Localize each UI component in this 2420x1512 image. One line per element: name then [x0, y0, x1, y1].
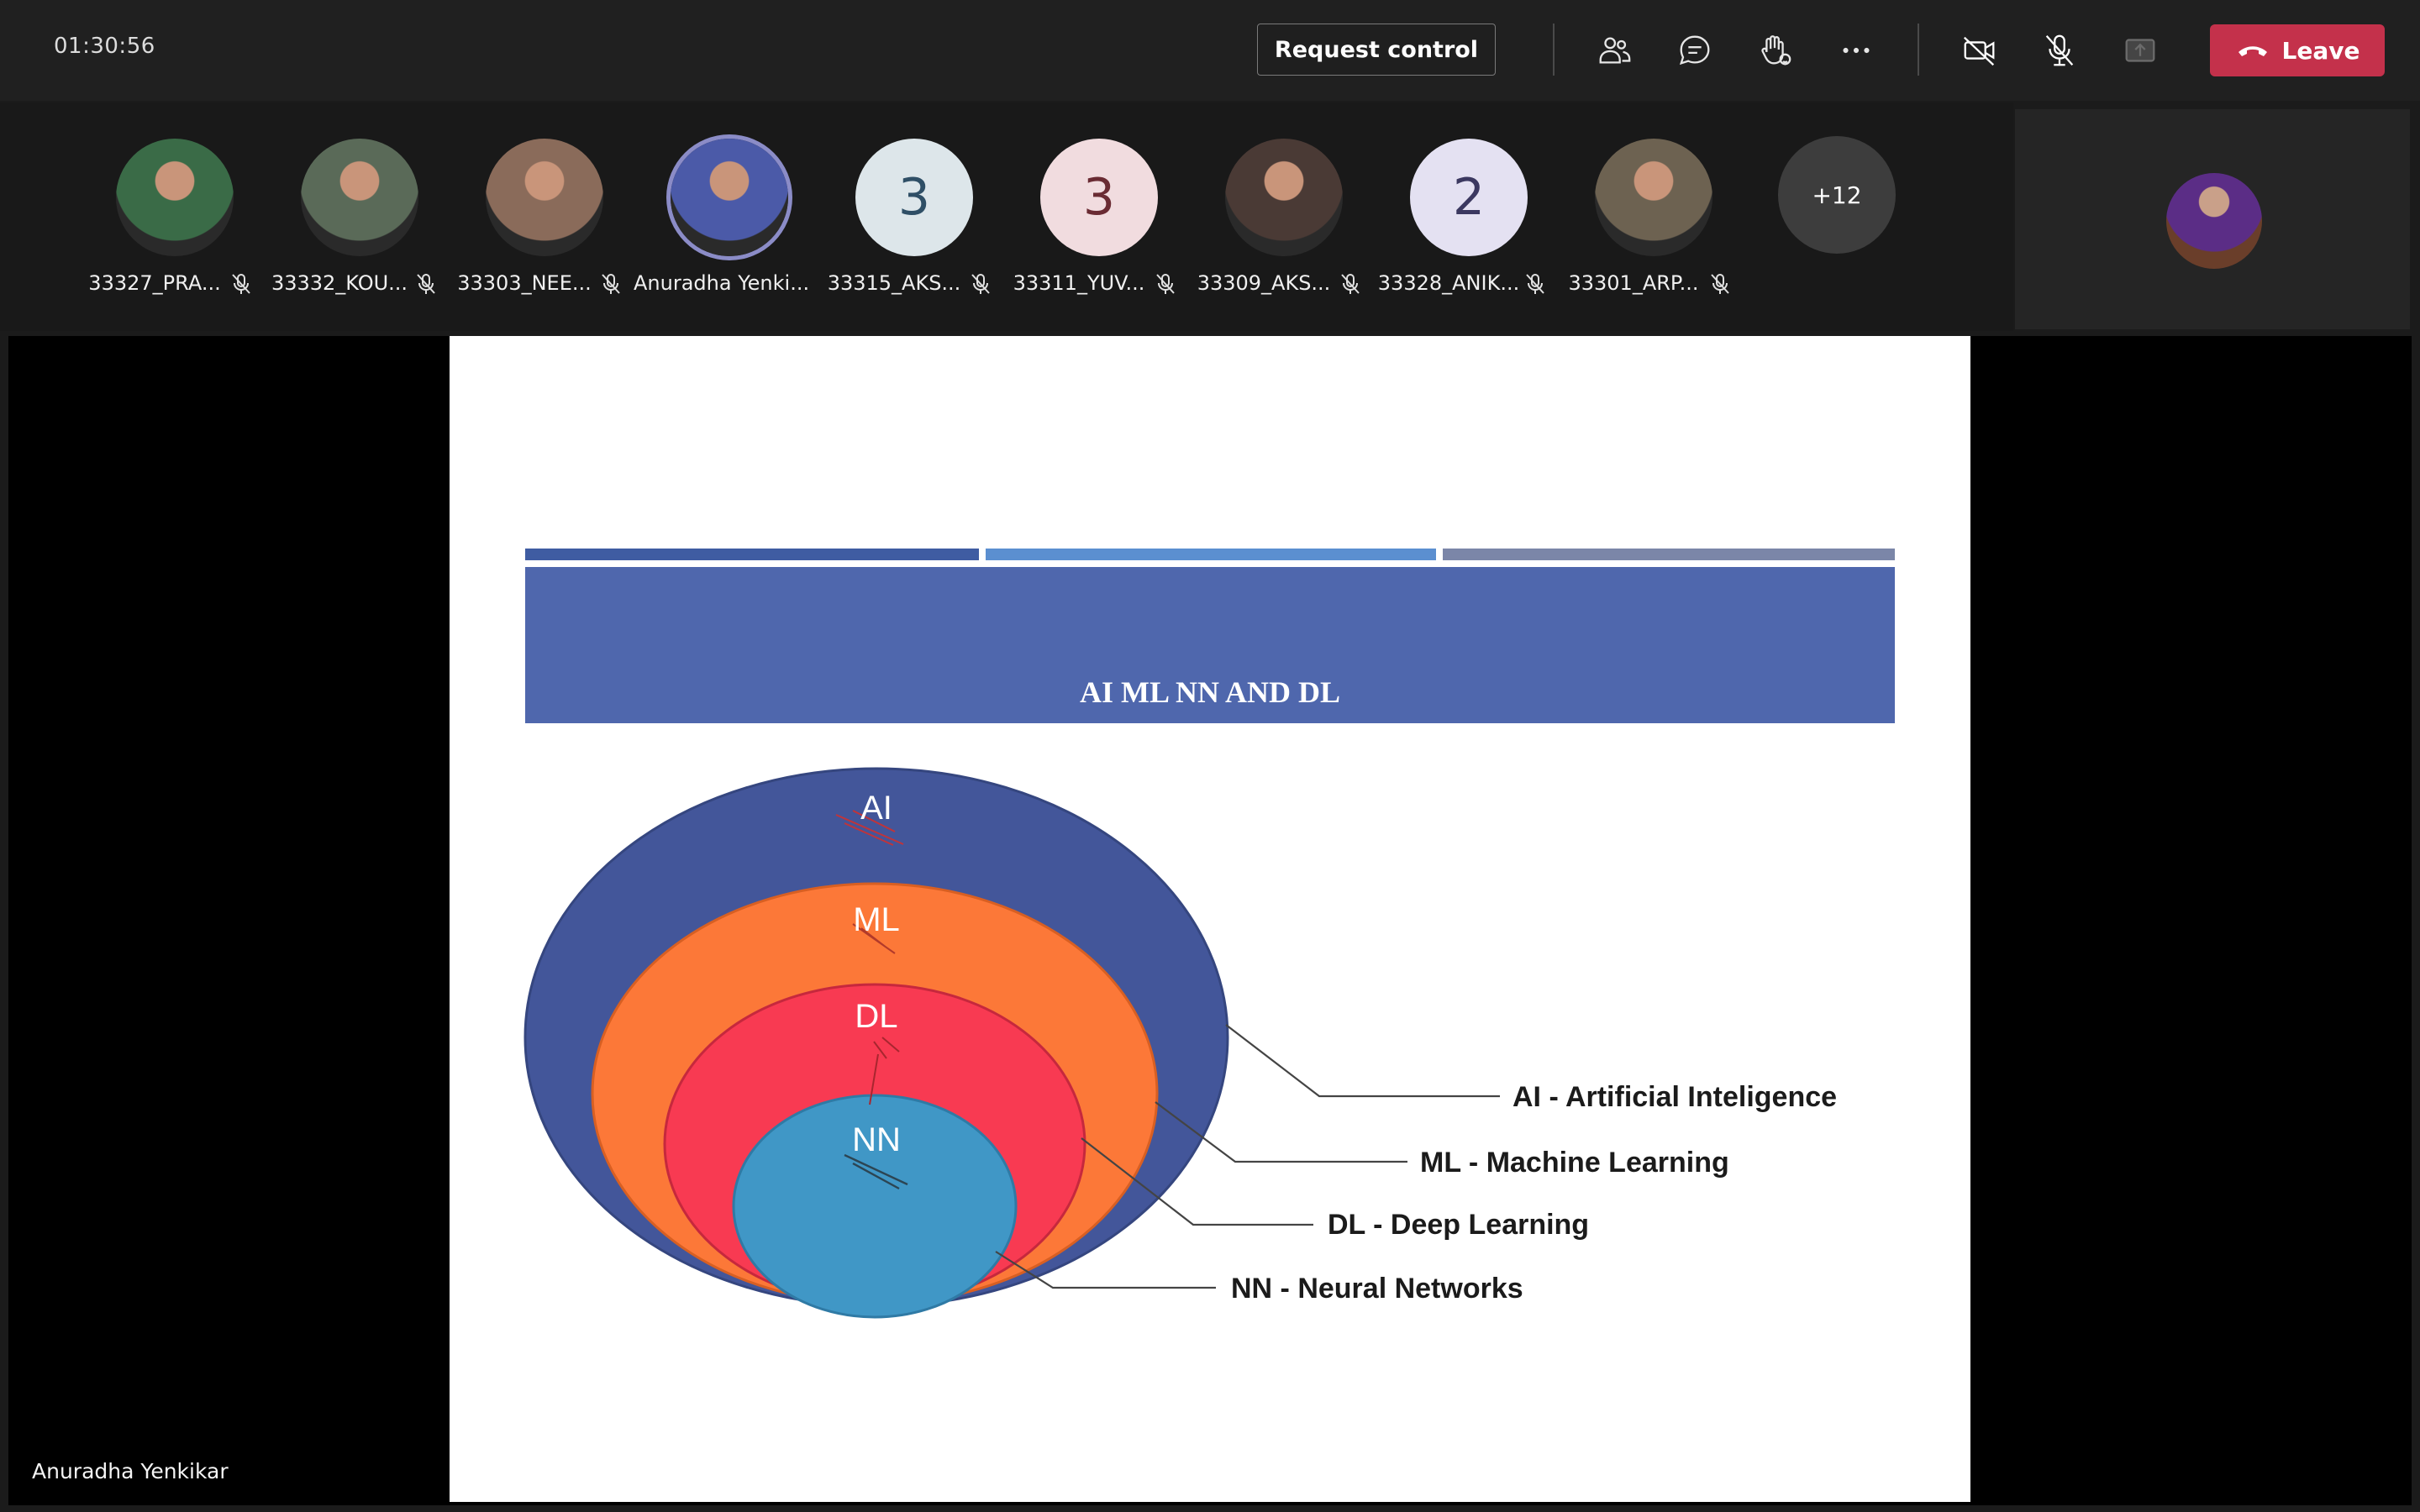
leave-label: Leave: [2281, 36, 2360, 65]
leave-button[interactable]: Leave: [2210, 24, 2385, 76]
legend-ai: AI - Artificial Inteligence: [1512, 1081, 1837, 1113]
participant-name: 33309_AKS...: [1197, 271, 1331, 295]
mic-muted-icon: [971, 274, 990, 294]
toolbar-divider: [1553, 24, 1555, 76]
presentation-slide: AI ML NN AND DL AI ML DL NN AI - Artific…: [450, 336, 1970, 1502]
ring-label-ai: AI: [860, 790, 892, 827]
more-options-icon[interactable]: [1833, 27, 1880, 74]
self-avatar: [2166, 173, 2262, 269]
participant-tile[interactable]: 3 33311_YUV...: [1012, 139, 1180, 298]
participant-avatar: [671, 139, 788, 256]
participant-tile[interactable]: 33301_ARP...: [1566, 139, 1734, 298]
hang-up-icon: [2238, 46, 2267, 56]
ring-label-ml: ML: [853, 901, 900, 938]
meeting-toolbar: 01:30:56 Request control Leave: [0, 0, 2420, 101]
participant-avatar: [1595, 139, 1712, 256]
participant-tile[interactable]: Anuradha Yenki...: [634, 139, 810, 298]
participant-name: 33332_KOU...: [271, 271, 408, 295]
participant-avatar: 3: [855, 139, 973, 256]
participant-avatar: 3: [1040, 139, 1158, 256]
ai-ml-dl-nn-diagram: AI ML DL NN AI - Artificial Inteligence …: [523, 767, 1837, 1319]
mic-off-icon[interactable]: [2036, 27, 2083, 74]
request-control-button[interactable]: Request control: [1257, 24, 1496, 76]
raise-hand-icon[interactable]: [1751, 27, 1798, 74]
mic-muted-icon: [232, 274, 250, 294]
participant-name: 33328_ANIK...: [1377, 271, 1520, 295]
legend-nn: NN - Neural Networks: [1231, 1273, 1523, 1305]
ring-label-nn: NN: [852, 1121, 901, 1158]
participant-name: 33311_YUV...: [1013, 271, 1145, 295]
participant-avatar: [486, 139, 603, 256]
participant-tile[interactable]: 2 33328_ANIK...: [1378, 139, 1549, 298]
participant-name: 33315_AKS...: [827, 271, 961, 295]
participant-avatar: 2: [1410, 139, 1528, 256]
legend-dl: DL - Deep Learning: [1328, 1209, 1589, 1241]
participant-tile[interactable]: 3 33315_AKS...: [827, 139, 995, 298]
participant-name: 33303_NEE...: [457, 271, 592, 295]
share-tray-icon[interactable]: [2117, 27, 2164, 74]
legend-ml: ML - Machine Learning: [1420, 1147, 1729, 1179]
mic-muted-icon: [602, 274, 620, 294]
participant-avatar: [116, 139, 234, 256]
leader-line-ai: [1225, 1024, 1500, 1098]
people-icon[interactable]: [1591, 27, 1638, 74]
camera-off-icon[interactable]: [1956, 27, 2003, 74]
mic-muted-icon: [1526, 274, 1544, 294]
participant-avatar: [1225, 139, 1343, 256]
participant-tile[interactable]: 33309_AKS...: [1197, 139, 1365, 298]
participant-tile[interactable]: 33332_KOU...: [271, 139, 440, 298]
more-participants-button[interactable]: +12: [1778, 136, 1896, 254]
participant-name: 33327_PRA...: [88, 271, 221, 295]
toolbar-divider: [1918, 24, 1919, 76]
ring-label-dl: DL: [855, 998, 897, 1035]
mic-muted-icon: [1341, 274, 1360, 294]
participant-tile[interactable]: 33327_PRA...: [87, 139, 255, 298]
mic-muted-icon: [417, 274, 435, 294]
meeting-timer: 01:30:56: [54, 34, 155, 59]
participant-avatar: [301, 139, 418, 256]
presenter-name-label: Anuradha Yenkikar: [32, 1459, 229, 1483]
mic-muted-icon: [1711, 274, 1729, 294]
chat-icon[interactable]: [1671, 27, 1718, 74]
mic-muted-icon: [1156, 274, 1175, 294]
participant-name: Anuradha Yenki...: [634, 271, 810, 295]
participant-name: 33301_ARP...: [1568, 271, 1699, 295]
participant-tile[interactable]: 33303_NEE...: [457, 139, 625, 298]
